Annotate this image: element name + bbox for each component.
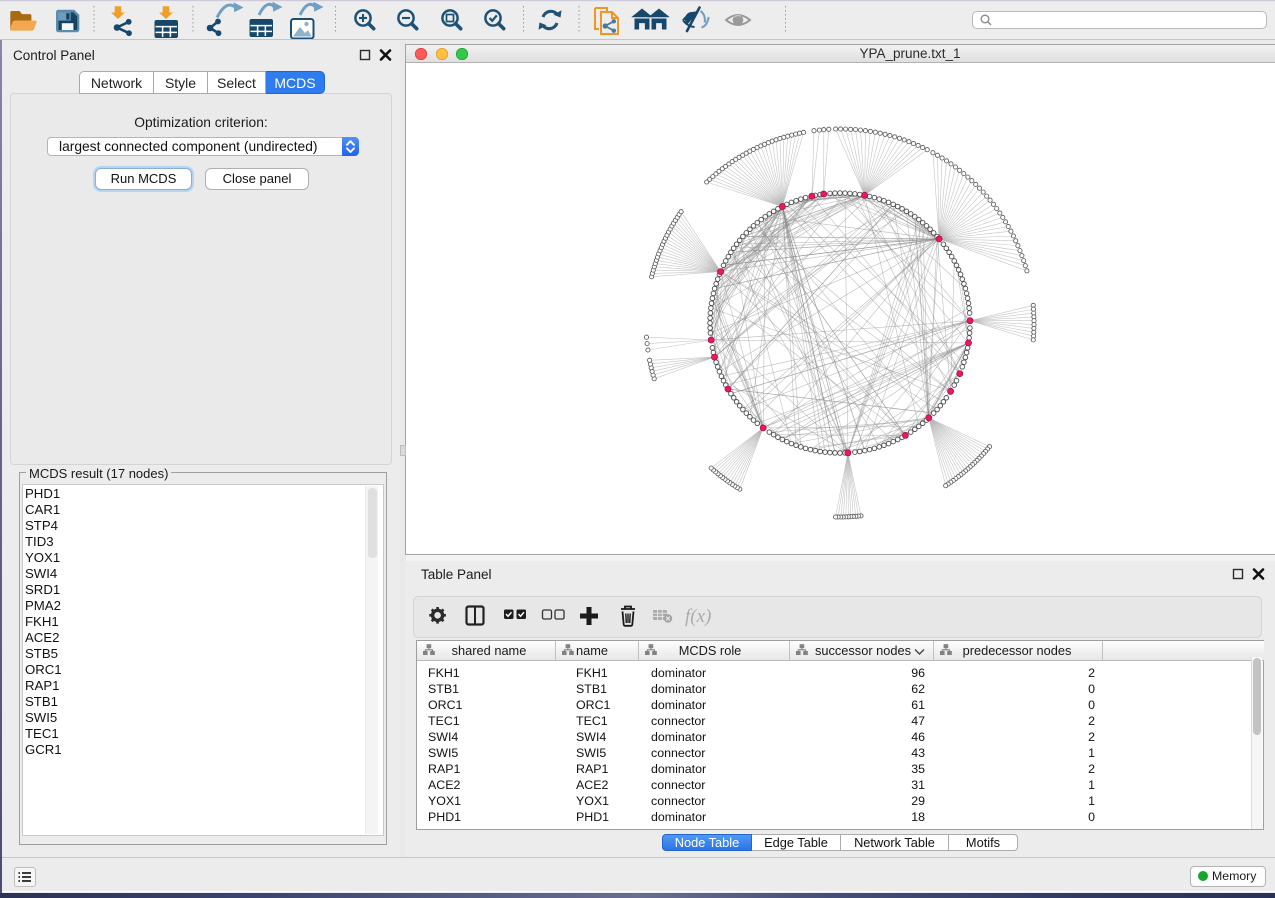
svg-text:successor nodes: successor nodes <box>815 643 911 658</box>
svg-text:shared name: shared name <box>452 643 527 658</box>
svg-text:predecessor nodes: predecessor nodes <box>963 643 1072 658</box>
svg-text:f(x): f(x) <box>685 606 711 627</box>
svg-text:MCDS role: MCDS role <box>679 643 742 658</box>
svg-text:name: name <box>576 643 608 658</box>
